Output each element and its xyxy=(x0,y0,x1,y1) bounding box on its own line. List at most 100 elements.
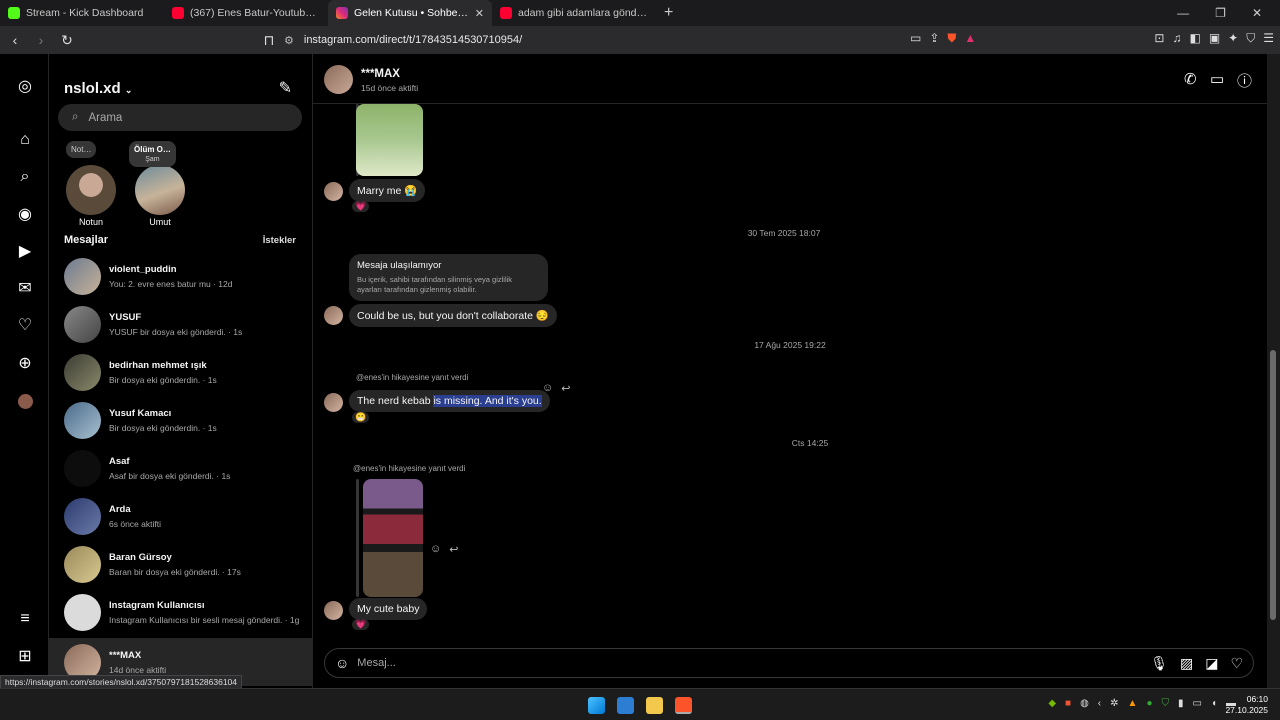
phone-icon[interactable]: ✆ xyxy=(1184,70,1197,88)
windows-start-icon[interactable] xyxy=(588,697,605,714)
conversation-item[interactable]: Arda 6s önce aktifti xyxy=(49,492,312,540)
search-icon[interactable]: ⌕ xyxy=(14,166,36,188)
emoji-react-icon[interactable]: ☺ xyxy=(430,543,441,556)
tray-app-icon[interactable]: ▲ xyxy=(1128,698,1138,709)
account-switcher[interactable]: nslol.xd ⌄ xyxy=(64,80,132,97)
tray-app-icon[interactable]: ■ xyxy=(1065,698,1071,709)
photos-app-icon[interactable] xyxy=(617,697,634,714)
chat-contact-name[interactable]: ***MAX xyxy=(361,68,400,80)
url-field[interactable]: ⚙ instagram.com/direct/t/178435145307109… xyxy=(284,29,904,51)
emoji-icon[interactable]: ☺ xyxy=(335,655,349,671)
heart-icon[interactable]: ♡ xyxy=(14,314,36,336)
info-icon[interactable]: ⓘ xyxy=(1237,70,1252,91)
message-thread: Marry me 😭 💗 30 Tem 2025 18:07 Mesaja ul… xyxy=(313,104,1267,644)
story-thumbnail[interactable] xyxy=(363,479,423,597)
conversation-preview: Bir dosya eki gönderdin. · 1s xyxy=(109,374,217,385)
music-icon[interactable]: ♫ xyxy=(1172,31,1181,46)
conversation-item[interactable]: Baran Gürsoy Baran bir dosya eki gönderdi… xyxy=(49,540,312,588)
conversation-item[interactable]: Instagram Kullanıcısı Instagram Kullanıcı… xyxy=(49,588,312,636)
conversation-preview: Baran bir dosya eki gönderdi. · 17s xyxy=(109,566,241,577)
messenger-icon[interactable]: ✉ xyxy=(14,277,36,299)
tray-chevron-icon[interactable]: ‹ xyxy=(1098,698,1101,709)
microphone-icon[interactable]: 🎙︎ xyxy=(1150,655,1168,672)
close-icon[interactable]: ✕ xyxy=(475,7,484,20)
brave-shield-icon[interactable]: ⛊ xyxy=(947,31,956,46)
reaction-badge[interactable]: 💗 xyxy=(352,619,370,630)
conversation-item[interactable]: YUSUF YUSUF bir dosya eki gönderdi. · 1s xyxy=(49,300,312,348)
requests-link[interactable]: İstekler xyxy=(263,235,296,246)
sidebar-icon[interactable]: ◧ xyxy=(1189,31,1200,46)
search-input[interactable]: ⌕ Arama xyxy=(58,104,302,131)
reels-icon[interactable]: ▶ xyxy=(14,240,36,262)
image-icon[interactable]: ▨ xyxy=(1180,655,1193,672)
more-menu-icon[interactable]: ≡ xyxy=(14,608,36,630)
nvidia-icon[interactable]: ◆ xyxy=(1048,698,1056,709)
avatar[interactable] xyxy=(324,65,353,94)
bluetooth-icon[interactable]: ✲ xyxy=(1110,698,1118,709)
reply-icon[interactable]: ↩ xyxy=(561,382,570,395)
close-window-icon[interactable]: ✕ xyxy=(1252,6,1262,20)
conversation-item[interactable]: bedirhan mehmet ışık Bir dosya eki gönder… xyxy=(49,348,312,396)
create-icon[interactable]: ⊕ xyxy=(14,352,36,374)
reply-icon[interactable]: ↩ xyxy=(449,543,458,556)
scrollbar-thumb[interactable] xyxy=(1270,350,1276,620)
bookmark-icon[interactable]: ⊓ xyxy=(258,32,280,49)
forward-icon[interactable]: › xyxy=(30,32,52,48)
brave-browser-icon[interactable] xyxy=(675,697,692,714)
wallet-icon[interactable]: ▣ xyxy=(1209,31,1220,46)
explore-icon[interactable]: ◉ xyxy=(14,203,36,225)
screenshot-icon[interactable]: ⊡ xyxy=(1154,31,1164,46)
message-bubble[interactable]: My cute baby xyxy=(349,598,428,620)
message-bubble[interactable]: The nerd kebab is missing. And it's you. xyxy=(349,390,550,412)
note-own[interactable]: Not… Notun xyxy=(66,141,116,227)
message-bubble[interactable]: Could be us, but you don't collaborate 😔 xyxy=(349,304,557,327)
timestamp: 17 Ağu 2025 19:22 xyxy=(754,340,826,350)
conversation-item[interactable]: violent_puddin You: 2. evre enes batur mu… xyxy=(49,252,312,300)
note-label: Notun xyxy=(78,217,104,227)
home-icon[interactable]: ⌂ xyxy=(14,129,36,151)
cast-icon[interactable]: ▭ xyxy=(910,31,921,46)
site-settings-icon[interactable]: ⚙ xyxy=(284,34,294,47)
message-input[interactable]: ☺ Mesaj... 🎙︎ ▨ ◪ ♡ xyxy=(324,648,1254,678)
video-call-icon[interactable]: ▭ xyxy=(1210,70,1224,88)
note-umut[interactable]: Ölüm O… Şam Umut xyxy=(129,141,185,227)
new-message-icon[interactable]: ✎ xyxy=(279,78,292,98)
share-icon[interactable]: ⇪ xyxy=(929,31,939,46)
avatar xyxy=(64,449,101,487)
leo-icon[interactable]: ✦ xyxy=(1228,31,1238,46)
avatar xyxy=(64,305,101,343)
taskbar-clock[interactable]: 06:10 27.10.2025 xyxy=(1225,694,1268,716)
timestamp: 30 Tem 2025 18:07 xyxy=(747,228,821,238)
heart-icon[interactable]: ♡ xyxy=(1230,655,1243,672)
sticker-icon[interactable]: ◪ xyxy=(1205,655,1218,672)
microphone-icon[interactable]: ▮ xyxy=(1178,698,1184,709)
volume-icon[interactable]: ◖ xyxy=(1211,698,1217,709)
reaction-badge[interactable]: 💗 xyxy=(352,201,370,212)
tray-app-icon[interactable]: ● xyxy=(1146,698,1152,709)
steam-icon[interactable]: ◍ xyxy=(1080,698,1089,709)
conversation-item[interactable]: Yusuf Kamacı Bir dosya eki gönderdin. · 1… xyxy=(49,396,312,444)
profile-avatar[interactable] xyxy=(14,390,36,412)
reaction-badge[interactable]: 😁 xyxy=(352,412,370,423)
story-thumbnail[interactable] xyxy=(356,104,423,176)
message-bubble[interactable]: Marry me 😭 xyxy=(349,179,426,202)
tab-youtube-1[interactable]: (367) Enes Batur-Youtuberların Düşü… xyxy=(164,0,328,26)
meta-apps-icon[interactable]: ⊞ xyxy=(14,645,36,667)
conversation-item[interactable]: Asaf Asaf bir dosya eki gönderdi. · 1s xyxy=(49,444,312,492)
menu-icon[interactable]: ☰ xyxy=(1263,31,1274,46)
network-icon[interactable]: ▭ xyxy=(1193,698,1202,709)
file-explorer-icon[interactable] xyxy=(646,697,663,714)
reload-icon[interactable]: ↻ xyxy=(56,32,78,49)
tab-youtube-2[interactable]: adam gibi adamlara gönderin…****… xyxy=(492,0,656,26)
tab-kick[interactable]: Stream - Kick Dashboard xyxy=(0,0,164,26)
brave-rewards-icon[interactable]: ▲ xyxy=(964,31,976,46)
tab-instagram[interactable]: Gelen Kutusu • Sohbetler ✕ xyxy=(328,0,492,26)
back-icon[interactable]: ‹ xyxy=(4,32,26,48)
minimize-icon[interactable]: — xyxy=(1177,6,1189,20)
restore-icon[interactable]: ❐ xyxy=(1215,6,1226,20)
instagram-logo-icon[interactable]: ◎ xyxy=(14,75,36,97)
page-scrollbar[interactable] xyxy=(1267,54,1280,688)
new-tab-button[interactable]: + xyxy=(656,4,681,22)
vpn-icon[interactable]: ⛉ xyxy=(1246,31,1255,46)
shield-icon[interactable]: ⛉ xyxy=(1161,698,1169,709)
